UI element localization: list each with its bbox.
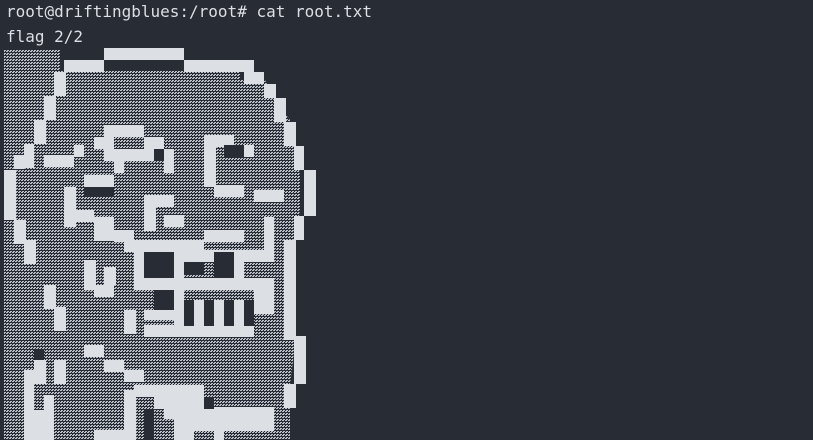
command-line: root@driftingblues:/root# cat root.txt [6,1,372,23]
command-text: cat root.txt [256,2,373,21]
terminal-window[interactable]: root@driftingblues:/root# cat root.txt f… [0,0,813,440]
shell-prompt: root@driftingblues:/root# [6,2,257,21]
skull-ascii-art-icon [4,48,316,440]
